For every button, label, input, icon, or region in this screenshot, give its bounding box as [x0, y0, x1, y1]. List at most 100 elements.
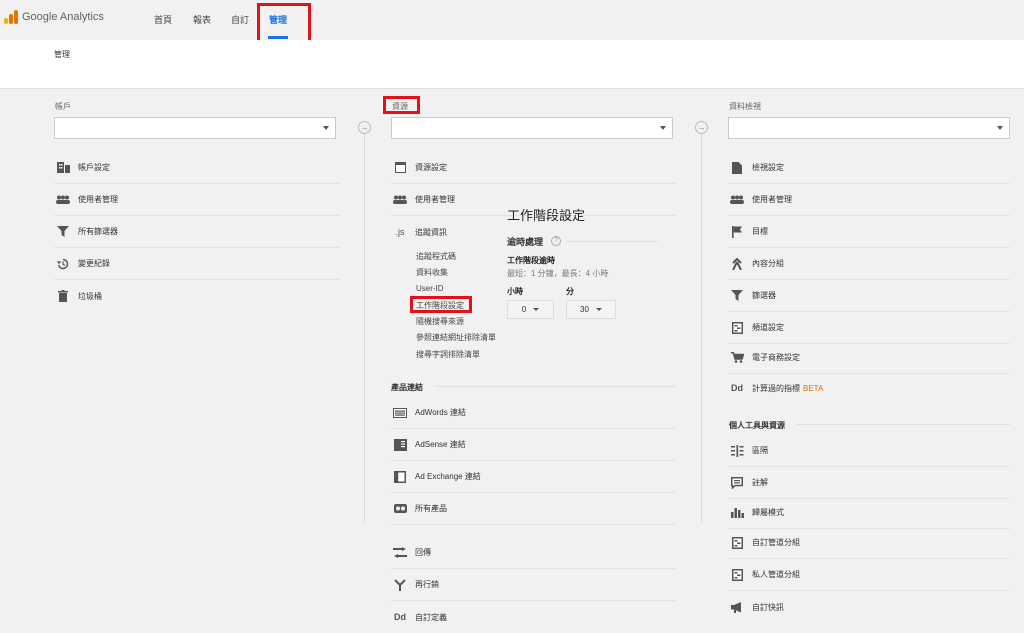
- minutes-select[interactable]: 30: [566, 300, 616, 319]
- nav-home[interactable]: 首頁: [154, 13, 172, 26]
- section-divider: [434, 386, 676, 387]
- ad-exchange-link-item[interactable]: Ad Exchange 連結: [391, 461, 676, 493]
- goals-item[interactable]: 目標: [728, 216, 1010, 248]
- view-settings-label: 檢視設定: [752, 163, 784, 172]
- postbacks-item[interactable]: 回傳: [391, 537, 676, 569]
- custom-channel-grouping-label: 自訂管道分組: [752, 538, 800, 547]
- search-term-exclusion-list-link[interactable]: 搜尋字詞排除清單: [416, 349, 480, 360]
- change-history-item[interactable]: 變更紀錄: [54, 248, 340, 280]
- adsense-link-item[interactable]: AdSense 連結: [391, 429, 676, 461]
- chevron-down-icon: [660, 126, 666, 130]
- column-divider: [364, 132, 365, 522]
- custom-alerts-item[interactable]: 自訂快訊: [728, 591, 1010, 623]
- private-channel-grouping-item[interactable]: 私人管道分組: [728, 559, 1010, 591]
- segments-item[interactable]: 區隔: [728, 435, 1010, 467]
- adwords-icon: [393, 407, 407, 419]
- help-icon[interactable]: ?: [551, 236, 561, 246]
- account-column-label: 帳戶: [55, 102, 71, 111]
- attribution-models-label: 歸屬模式: [752, 508, 784, 517]
- custom-alerts-label: 自訂快訊: [752, 602, 784, 612]
- js-icon: .js: [395, 227, 405, 237]
- all-filters-item[interactable]: 所有篩選器: [54, 216, 340, 248]
- custom-definitions-label: 自訂定義: [415, 612, 447, 622]
- data-collection-link[interactable]: 資料收集: [416, 267, 448, 278]
- column-divider: [701, 132, 702, 522]
- cart-icon: [730, 352, 744, 364]
- comment-icon: [730, 476, 744, 489]
- breadcrumb-bar: 管理: [0, 40, 1024, 89]
- account-user-management-label: 使用者管理: [78, 195, 118, 204]
- referral-exclusion-list-link[interactable]: 參照連結網址排除清單: [416, 332, 496, 343]
- trash-label: 垃圾桶: [78, 291, 102, 301]
- view-select[interactable]: [728, 117, 1010, 139]
- view-filters-item[interactable]: 篩選器: [728, 280, 1010, 312]
- nav-reports[interactable]: 報表: [193, 13, 211, 26]
- megaphone-icon: [730, 601, 744, 613]
- account-select[interactable]: [54, 117, 336, 139]
- view-user-management-label: 使用者管理: [752, 195, 792, 204]
- custom-channel-grouping-item[interactable]: 自訂管道分組: [728, 527, 1010, 559]
- remarketing-item[interactable]: 再行銷: [391, 569, 676, 601]
- annotations-label: 註解: [752, 478, 768, 487]
- property-user-management-label: 使用者管理: [415, 195, 455, 204]
- property-settings-item[interactable]: 資源設定: [391, 152, 676, 184]
- highlight-session-settings: [410, 296, 472, 313]
- hours-select[interactable]: 0: [507, 300, 554, 319]
- google-analytics-logo[interactable]: Google Analytics: [4, 10, 104, 24]
- channel-settings-label: 頻道設定: [752, 323, 784, 332]
- organic-search-sources-link[interactable]: 隨機搜尋來源: [416, 316, 464, 327]
- nav-custom[interactable]: 自訂: [231, 13, 249, 26]
- content-grouping-item[interactable]: 內容分組: [728, 248, 1010, 280]
- all-products-icon: [393, 503, 407, 515]
- view-settings-item[interactable]: 檢視設定: [728, 152, 1010, 184]
- property-select[interactable]: [391, 117, 673, 139]
- people-icon: [393, 194, 407, 206]
- trash-icon: [56, 290, 70, 302]
- filter-icon: [56, 226, 70, 238]
- account-user-management-item[interactable]: 使用者管理: [54, 184, 340, 216]
- chevron-down-icon: [997, 126, 1003, 130]
- postbacks-label: 回傳: [415, 548, 431, 557]
- minutes-label: 分: [566, 287, 574, 296]
- private-channel-grouping-label: 私人管道分組: [752, 570, 800, 579]
- content-grouping-label: 內容分組: [752, 259, 784, 268]
- tracking-code-link[interactable]: 追蹤程式碼: [416, 251, 456, 262]
- product-links-heading: 產品連結: [391, 383, 423, 392]
- document-icon: [730, 161, 744, 174]
- calculated-metrics-item[interactable]: Dd 計算過的指標 BETA: [728, 372, 1010, 404]
- goals-label: 目標: [752, 227, 768, 236]
- top-navigation-bar: Google Analytics 首頁 報表 自訂 管理: [0, 0, 1024, 40]
- highlight-property-label: [383, 96, 420, 114]
- tracking-info-item[interactable]: .js 追蹤資訊: [391, 216, 501, 248]
- dd-icon: Dd: [394, 612, 406, 622]
- channel-settings-item[interactable]: 頻道設定: [728, 312, 1010, 344]
- hours-value: 0: [521, 305, 527, 314]
- section-divider: [566, 241, 658, 242]
- chevron-down-icon: [533, 308, 540, 311]
- session-timeout-hint: 最短：1 分鐘，最長：4 小時: [507, 269, 609, 278]
- custom-definitions-item[interactable]: Dd 自訂定義: [391, 601, 676, 633]
- segments-icon: [730, 444, 744, 457]
- postback-icon: [393, 547, 407, 559]
- ecommerce-settings-item[interactable]: 電子商務設定: [728, 342, 1010, 374]
- all-filters-label: 所有篩選器: [78, 227, 118, 236]
- channel-settings-icon: [730, 321, 744, 334]
- view-user-management-item[interactable]: 使用者管理: [728, 184, 1010, 216]
- remarketing-label: 再行銷: [415, 580, 439, 589]
- account-settings-item[interactable]: 帳戶設定: [54, 152, 340, 184]
- breadcrumb: 管理: [54, 50, 70, 59]
- remarketing-icon: [393, 578, 407, 591]
- minutes-value: 30: [580, 305, 589, 314]
- user-id-link[interactable]: User-ID: [416, 284, 444, 293]
- trash-item[interactable]: 垃圾桶: [54, 280, 340, 312]
- annotations-item[interactable]: 註解: [728, 467, 1010, 499]
- content-grouping-icon: [730, 257, 744, 270]
- adwords-link-item[interactable]: AdWords 連結: [391, 397, 676, 429]
- attribution-models-item[interactable]: 歸屬模式: [728, 497, 1010, 529]
- account-settings-label: 帳戶設定: [78, 163, 110, 172]
- arrow-right-icon: →: [358, 121, 371, 134]
- all-products-item[interactable]: 所有產品: [391, 493, 676, 525]
- people-icon: [730, 194, 744, 206]
- bar-chart-icon: [730, 507, 744, 519]
- arrow-right-icon: →: [695, 121, 708, 134]
